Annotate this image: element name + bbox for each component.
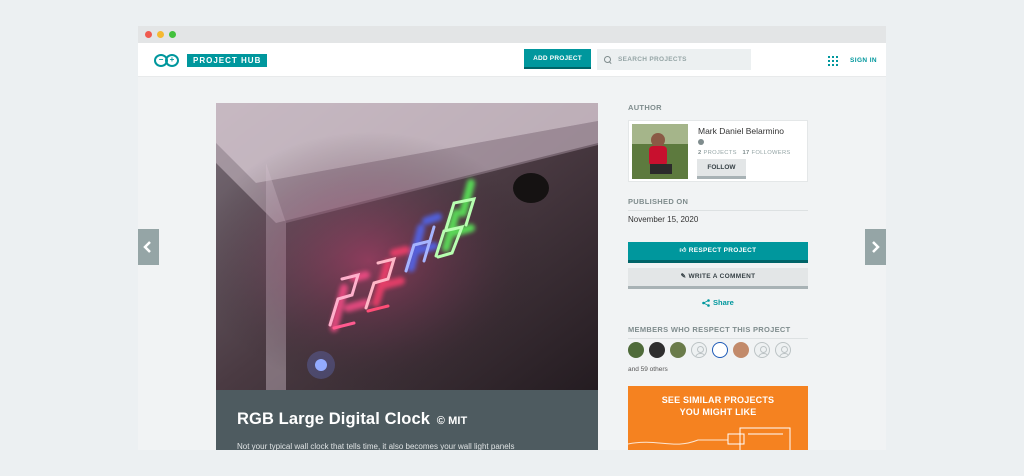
previous-arrow-button[interactable] xyxy=(138,229,159,265)
browser-window: − + PROJECT HUB ADD PROJECT SEARCH PROJEC… xyxy=(138,26,886,450)
window-chrome xyxy=(138,26,886,43)
add-project-button[interactable]: ADD PROJECT xyxy=(524,49,591,69)
published-label: PUBLISHED ON xyxy=(628,197,808,211)
share-icon xyxy=(702,298,710,307)
author-stats: 2 PROJECTS 17 FOLLOWERS xyxy=(698,150,791,156)
author-label: AUTHOR xyxy=(628,103,662,112)
apps-grid-icon[interactable] xyxy=(828,56,838,66)
similar-projects-banner[interactable]: SEE SIMILAR PROJECTS YOU MIGHT LIKE xyxy=(628,386,808,450)
search-placeholder: SEARCH PROJECTS xyxy=(618,56,687,63)
member-avatar[interactable] xyxy=(712,342,728,358)
circuit-illustration-icon xyxy=(628,427,791,450)
members-others-count[interactable]: and 59 others xyxy=(628,366,668,373)
chevron-right-icon xyxy=(872,241,880,253)
published-date: November 15, 2020 xyxy=(628,215,699,224)
license-label: © MIT xyxy=(436,415,468,427)
project-hub-logo[interactable]: − + PROJECT HUB xyxy=(154,53,268,68)
respect-project-button[interactable]: 👍︎ RESPECT PROJECT xyxy=(628,242,808,263)
info-icon[interactable] xyxy=(698,139,704,145)
minimize-window-dot[interactable] xyxy=(157,31,164,38)
maximize-window-dot[interactable] xyxy=(169,31,176,38)
sign-in-link[interactable]: SIGN IN xyxy=(850,57,877,64)
logo-text: PROJECT HUB xyxy=(187,54,268,67)
member-avatar[interactable] xyxy=(628,342,644,358)
edit-icon: ✎ xyxy=(680,273,687,280)
similar-title-line2: YOU MIGHT LIKE xyxy=(679,407,757,417)
search-input[interactable]: SEARCH PROJECTS xyxy=(597,49,751,70)
author-card: Mark Daniel Belarmino 2 PROJECTS 17 FOLL… xyxy=(628,120,808,182)
search-icon xyxy=(604,55,612,64)
project-cover-image xyxy=(216,103,598,390)
members-label: MEMBERS WHO RESPECT THIS PROJECT xyxy=(628,325,808,339)
next-arrow-button[interactable] xyxy=(865,229,886,265)
project-title: RGB Large Digital Clock © MIT xyxy=(237,410,468,428)
author-name[interactable]: Mark Daniel Belarmino xyxy=(698,126,784,136)
similar-title-line1: SEE SIMILAR PROJECTS xyxy=(661,395,775,405)
follow-button[interactable]: FOLLOW xyxy=(697,159,746,179)
thumbs-up-icon: 👍︎ xyxy=(679,247,687,254)
author-avatar[interactable] xyxy=(632,124,688,179)
project-title-panel: RGB Large Digital Clock © MIT Not your t… xyxy=(216,390,598,450)
member-avatar-placeholder[interactable] xyxy=(691,342,707,358)
write-comment-button[interactable]: ✎ WRITE A COMMENT xyxy=(628,268,808,289)
top-navbar: − + PROJECT HUB ADD PROJECT SEARCH PROJEC… xyxy=(138,43,886,77)
share-link[interactable]: Share xyxy=(702,298,734,307)
arduino-logo-icon: − + xyxy=(154,53,184,68)
close-window-dot[interactable] xyxy=(145,31,152,38)
member-avatars xyxy=(628,342,791,358)
member-avatar[interactable] xyxy=(649,342,665,358)
member-avatar[interactable] xyxy=(733,342,749,358)
member-avatar-placeholder[interactable] xyxy=(754,342,770,358)
member-avatar-placeholder[interactable] xyxy=(775,342,791,358)
project-description: Not your typical wall clock that tells t… xyxy=(237,442,515,450)
chevron-left-icon xyxy=(143,241,151,253)
member-avatar[interactable] xyxy=(670,342,686,358)
